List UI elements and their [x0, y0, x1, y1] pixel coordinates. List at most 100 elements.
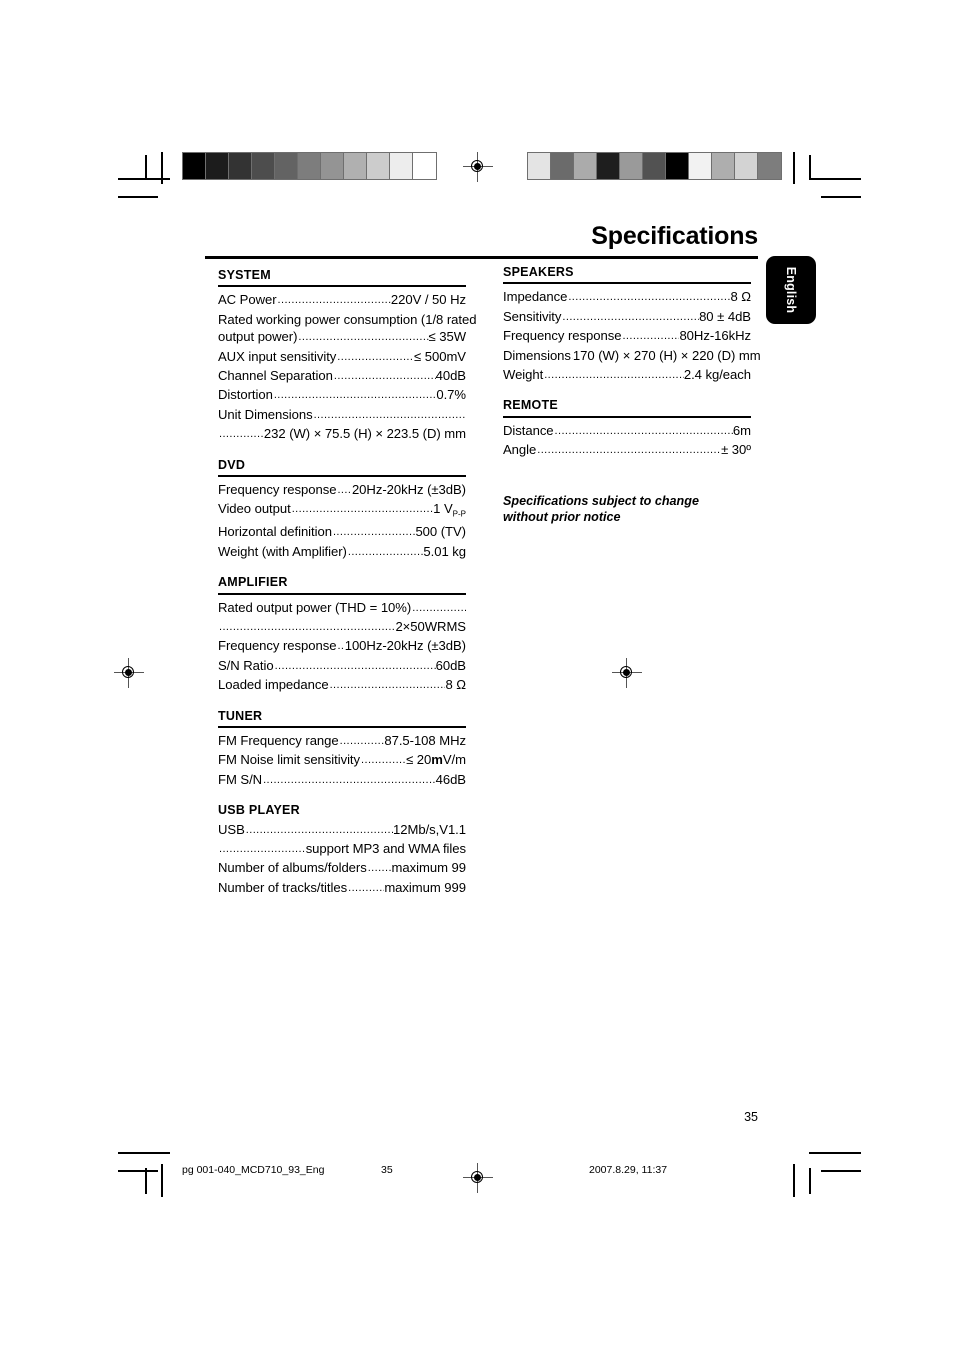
registration-target-icon: [612, 658, 642, 688]
spec-label: Horizontal definition: [218, 524, 332, 540]
spec-leader-dots: ........................................…: [337, 350, 414, 363]
spec-label: FM Frequency range: [218, 733, 339, 749]
spec-row: AC Power................................…: [218, 291, 466, 310]
gray-swatch-6: [666, 153, 689, 179]
specs-column-left: SYSTEM AC Power..........................…: [218, 268, 477, 898]
spec-leader-dots: ........................................…: [329, 679, 446, 692]
page-number: 35: [744, 1110, 758, 1124]
spec-label: Channel Separation: [218, 368, 333, 383]
gray-swatch-9: [735, 153, 758, 179]
spec-block-heading: AMPLIFIER: [218, 575, 466, 595]
spec-value: 2.4 kg/each: [683, 367, 751, 382]
gray-swatch-10: [413, 153, 436, 179]
crop-mark-bottom-left: [118, 1170, 158, 1172]
spec-label: AUX input sensitivity: [218, 348, 337, 364]
registration-target-icon: [463, 1163, 493, 1193]
spec-row: Channel Separation......................…: [218, 367, 466, 386]
spec-leader-dots: ........................................…: [219, 621, 396, 634]
gray-swatch-2: [574, 153, 597, 179]
spec-block-heading: USB PLAYER: [218, 803, 300, 818]
spec-value: 170 (W) × 270 (H) × 220 (D) mm: [572, 347, 761, 363]
spec-value-subscript: P-P: [452, 510, 466, 520]
spec-leader-dots: ........................................…: [337, 484, 352, 496]
spec-leader-dots: ........................................…: [622, 330, 679, 343]
spec-label: Sensitivity: [503, 308, 562, 324]
spec-block: TUNER FM Frequency range.................…: [218, 709, 466, 791]
spec-row: Horizontal definition...................…: [218, 523, 466, 542]
spec-label: AC Power: [218, 292, 277, 308]
spec-leader-dots: ........................................…: [298, 331, 428, 344]
crop-mark-bottom-right: [793, 1164, 795, 1197]
grayscale-calibration-bar-left: [182, 152, 437, 180]
spec-block: SPEAKERS Impedance.......................…: [503, 265, 761, 385]
spec-value: 80 ± 4dB: [699, 308, 751, 324]
spec-row: Number of albums/folders................…: [218, 859, 466, 878]
spec-label: FM S/N: [218, 771, 263, 787]
spec-leader-dots: ........................................…: [562, 310, 699, 323]
spec-row: output power)...........................…: [218, 328, 466, 347]
crop-mark-bottom-right: [821, 1170, 861, 1172]
spec-row: Frequency response......................…: [218, 637, 466, 656]
spec-row: FM Frequency range......................…: [218, 732, 466, 751]
spec-label: Frequency response: [218, 638, 337, 654]
spec-value: 87.5-108 MHz: [384, 733, 466, 749]
spec-row: Loaded impedance........................…: [218, 676, 466, 695]
spec-label: USB: [218, 821, 245, 837]
footer-file-slug: pg 001-040_MCD710_93_Eng: [182, 1164, 325, 1176]
spec-value: 5.01 kg: [423, 543, 466, 559]
spec-label: Weight: [503, 367, 544, 382]
gray-swatch-9: [390, 153, 413, 179]
spec-row: Weight (with Amplifier).................…: [218, 543, 466, 562]
footer-date-slug: 2007.8.29, 11:37: [589, 1164, 668, 1176]
crop-mark-top-left: [161, 152, 163, 184]
spec-leader-dots: ........................................…: [337, 640, 345, 653]
spec-leader-dots: ........................................…: [273, 389, 437, 402]
spec-label: Number of tracks/titles: [218, 879, 348, 895]
crop-mark-bottom-left: [145, 1168, 147, 1194]
spec-value: 80Hz-16kHz: [679, 328, 751, 344]
spec-row: Frequency response......................…: [503, 327, 751, 346]
spec-row: AUX input sensitivity...................…: [218, 348, 466, 367]
disclaimer-note: Specifications subject to change without…: [503, 493, 699, 525]
specs-column-right: SPEAKERS Impedance.......................…: [503, 265, 761, 526]
spec-row: Distance................................…: [503, 422, 751, 441]
language-tab-label: English: [784, 266, 798, 314]
spec-row: Impedance...............................…: [503, 288, 751, 307]
spec-leader-dots: ........................................…: [367, 862, 392, 875]
spec-value: maximum 999: [384, 879, 466, 895]
spec-leader-dots: ........................................…: [347, 545, 424, 558]
spec-value-emphasis: m: [431, 752, 443, 768]
spec-leader-dots: ........................................…: [412, 601, 466, 614]
spec-value: 500 (TV): [415, 524, 466, 540]
spec-leader-dots: ........................................…: [274, 659, 436, 672]
spec-row: Number of tracks/titles.................…: [218, 879, 466, 898]
spec-block: USB PLAYER USB...........................…: [218, 803, 466, 898]
registration-target-icon: [114, 658, 144, 688]
spec-label: Loaded impedance: [218, 677, 329, 693]
spec-block-heading: TUNER: [218, 709, 466, 729]
spec-block-heading: SPEAKERS: [503, 265, 751, 285]
spec-row: ........................................…: [218, 840, 466, 859]
spec-label: Distortion: [218, 387, 273, 403]
spec-leader-dots: ........................................…: [544, 369, 684, 381]
gray-swatch-4: [620, 153, 643, 179]
spec-row: Angle...................................…: [503, 441, 751, 460]
gray-swatch-6: [321, 153, 344, 179]
crop-mark-top-left: [145, 155, 147, 180]
spec-value: 100Hz-20kHz (±3dB): [344, 638, 466, 654]
spec-value: 1 VP-P: [433, 501, 466, 520]
spec-block: SYSTEM AC Power..........................…: [218, 268, 477, 445]
gray-swatch-4: [275, 153, 298, 179]
spec-label: Frequency response: [218, 482, 337, 497]
spec-leader-dots: ........................................…: [277, 294, 391, 307]
spec-leader-dots: ........................................…: [332, 526, 416, 539]
gray-swatch-5: [298, 153, 321, 179]
spec-value: 8 Ω: [730, 289, 751, 305]
spec-row: Rated output power (THD = 10%)..........…: [218, 599, 466, 618]
spec-value: 20Hz-20kHz (±3dB): [351, 482, 466, 497]
spec-leader-dots: ........................................…: [263, 773, 436, 786]
crop-mark-bottom-right: [809, 1168, 811, 1194]
spec-block-heading: DVD: [218, 458, 466, 477]
spec-row: Dimensions.170 (W) × 270 (H) × 220 (D) m…: [503, 347, 761, 366]
crop-mark-top-right: [809, 155, 811, 180]
